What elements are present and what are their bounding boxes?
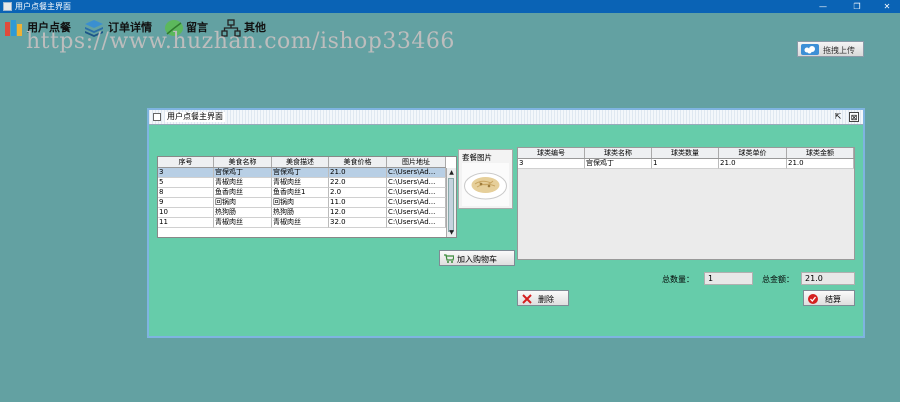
- cart-table-body: 球类编号 球类名称 球类数量 球类单价 球类金额 3 宫保鸡丁 1 21.0 2…: [518, 148, 854, 170]
- menu-cell: 回锅肉: [272, 198, 329, 208]
- menu-col-price[interactable]: 美食价格: [329, 157, 387, 167]
- menu-col-image[interactable]: 图片地址: [387, 157, 446, 167]
- dish-photo-panel: 套餐图片: [458, 149, 513, 209]
- window-title: 用户点餐主界面: [15, 2, 71, 11]
- table-row[interactable]: 9 回锅肉 回锅肉 11.0 C:\Users\Ad...: [158, 198, 446, 208]
- table-row[interactable]: 8 鱼香肉丝 鱼香肉丝1 2.0 C:\Users\Ad...: [158, 188, 446, 198]
- cart-cell: 21.0: [719, 159, 787, 169]
- order-window-title: 用户点餐主界面: [165, 112, 225, 122]
- scroll-thumb[interactable]: [448, 178, 454, 232]
- menu-cell: 11: [158, 218, 214, 228]
- upload-button[interactable]: 拖拽上传: [797, 41, 864, 57]
- menu-table: 序号 美食名称 美食描述 美食价格 图片地址 3 宫保鸡丁 宫保鸡丁 21.0 …: [157, 156, 457, 238]
- add-to-cart-button[interactable]: 加入购物车: [439, 250, 515, 266]
- menu-cell: C:\Users\Ad...: [387, 178, 446, 188]
- dish-photo: [462, 163, 509, 206]
- delete-button-label: 删除: [538, 295, 554, 304]
- total-count-field[interactable]: 1: [704, 272, 753, 285]
- scroll-up-icon[interactable]: ▲: [447, 168, 456, 177]
- cart-cell: 3: [518, 159, 585, 169]
- total-amount-label: 总金额：: [762, 275, 794, 284]
- menu-cell: 21.0: [329, 168, 387, 178]
- delete-button[interactable]: 删除: [517, 290, 569, 306]
- menu-col-id[interactable]: 序号: [158, 157, 214, 167]
- minimize-button[interactable]: —: [808, 0, 838, 13]
- cloud-upload-icon: [801, 44, 819, 55]
- maximize-button[interactable]: ❐: [842, 0, 872, 13]
- cart-col-qty[interactable]: 球类数量: [652, 148, 719, 158]
- menu-col-desc[interactable]: 美食描述: [272, 157, 329, 167]
- menu-cell: 12.0: [329, 208, 387, 218]
- menu-cell: 回锅肉: [214, 198, 272, 208]
- menu-cell: 3: [158, 168, 214, 178]
- close-button[interactable]: ✕: [872, 0, 900, 13]
- total-amount-field[interactable]: 21.0: [801, 272, 855, 285]
- menu-cell: C:\Users\Ad...: [387, 168, 446, 178]
- inner-close-button[interactable]: ⊠: [849, 112, 859, 122]
- cart-cell: 宫保鸡丁: [585, 159, 652, 169]
- table-row[interactable]: 3 宫保鸡丁 宫保鸡丁 21.0 C:\Users\Ad...: [158, 168, 446, 178]
- table-row[interactable]: 11 青椒肉丝 青椒肉丝 32.0 C:\Users\Ad...: [158, 218, 446, 228]
- menu-table-header: 序号 美食名称 美食描述 美食价格 图片地址: [158, 157, 446, 168]
- order-window: 用户点餐主界面 ⇱ ⊠ 序号 美食名称 美食描述 美食价格 图片地址 3 宫保鸡…: [147, 108, 865, 338]
- scroll-down-icon[interactable]: ▼: [447, 228, 456, 237]
- table-row[interactable]: 3 宫保鸡丁 1 21.0 21.0: [518, 159, 854, 169]
- order-window-titlebar: 用户点餐主界面 ⇱ ⊠: [149, 110, 863, 125]
- window-menu-icon[interactable]: [153, 113, 161, 121]
- menu-cell: 热狗肠: [214, 208, 272, 218]
- table-row[interactable]: 5 青椒肉丝 青椒肉丝 22.0 C:\Users\Ad...: [158, 178, 446, 188]
- menu-cell: 鱼香肉丝1: [272, 188, 329, 198]
- cart-col-id[interactable]: 球类编号: [518, 148, 585, 158]
- checkout-button-label: 结算: [825, 295, 841, 304]
- menu-cell: 5: [158, 178, 214, 188]
- table-row[interactable]: 10 热狗肠 热狗肠 12.0 C:\Users\Ad...: [158, 208, 446, 218]
- cart-table: 球类编号 球类名称 球类数量 球类单价 球类金额 3 宫保鸡丁 1 21.0 2…: [517, 147, 855, 260]
- cart-cell: 21.0: [787, 159, 854, 169]
- menu-cell: 32.0: [329, 218, 387, 228]
- cart-col-amount[interactable]: 球类金额: [787, 148, 854, 158]
- menu-cell: C:\Users\Ad...: [387, 198, 446, 208]
- menu-table-scrollbar[interactable]: ▲ ▼: [446, 168, 456, 237]
- cart-icon: [444, 254, 454, 263]
- cart-cell: 1: [652, 159, 719, 169]
- total-count-label: 总数量：: [662, 275, 694, 284]
- cart-col-name[interactable]: 球类名称: [585, 148, 652, 158]
- menu-cell: C:\Users\Ad...: [387, 218, 446, 228]
- window-titlebar: 用户点餐主界面 — ❐ ✕: [0, 0, 900, 13]
- menu-cell: 青椒肉丝: [272, 218, 329, 228]
- menu-cell: 宫保鸡丁: [214, 168, 272, 178]
- menu-cell: 22.0: [329, 178, 387, 188]
- add-to-cart-label: 加入购物车: [457, 255, 497, 264]
- menu-cell: 11.0: [329, 198, 387, 208]
- menu-cell: 9: [158, 198, 214, 208]
- upload-button-label: 拖拽上传: [823, 46, 855, 55]
- restore-button[interactable]: ⇱: [833, 112, 843, 122]
- menu-cell: 鱼香肉丝: [214, 188, 272, 198]
- cart-col-unit-price[interactable]: 球类单价: [719, 148, 787, 158]
- watermark-text: https://www.huzhan.com/ishop33466: [26, 29, 455, 54]
- app-icon: [3, 2, 12, 11]
- menu-cell: 宫保鸡丁: [272, 168, 329, 178]
- checkout-button[interactable]: 结算: [803, 290, 855, 306]
- menu-cell: 青椒肉丝: [214, 178, 272, 188]
- check-circle-icon: [808, 294, 818, 304]
- menu-cell: C:\Users\Ad...: [387, 188, 446, 198]
- menu-cell: 热狗肠: [272, 208, 329, 218]
- menu-cell: 10: [158, 208, 214, 218]
- menu-cell: 2.0: [329, 188, 387, 198]
- menu-cell: 青椒肉丝: [272, 178, 329, 188]
- delete-x-icon: [522, 294, 532, 304]
- menu-cell: 8: [158, 188, 214, 198]
- dish-photo-label: 套餐图片: [462, 153, 492, 162]
- cart-table-header: 球类编号 球类名称 球类数量 球类单价 球类金额: [518, 148, 854, 159]
- menu-cell: 青椒肉丝: [214, 218, 272, 228]
- menu-cell: C:\Users\Ad...: [387, 208, 446, 218]
- menu-col-name[interactable]: 美食名称: [214, 157, 272, 167]
- books-icon: [5, 20, 22, 36]
